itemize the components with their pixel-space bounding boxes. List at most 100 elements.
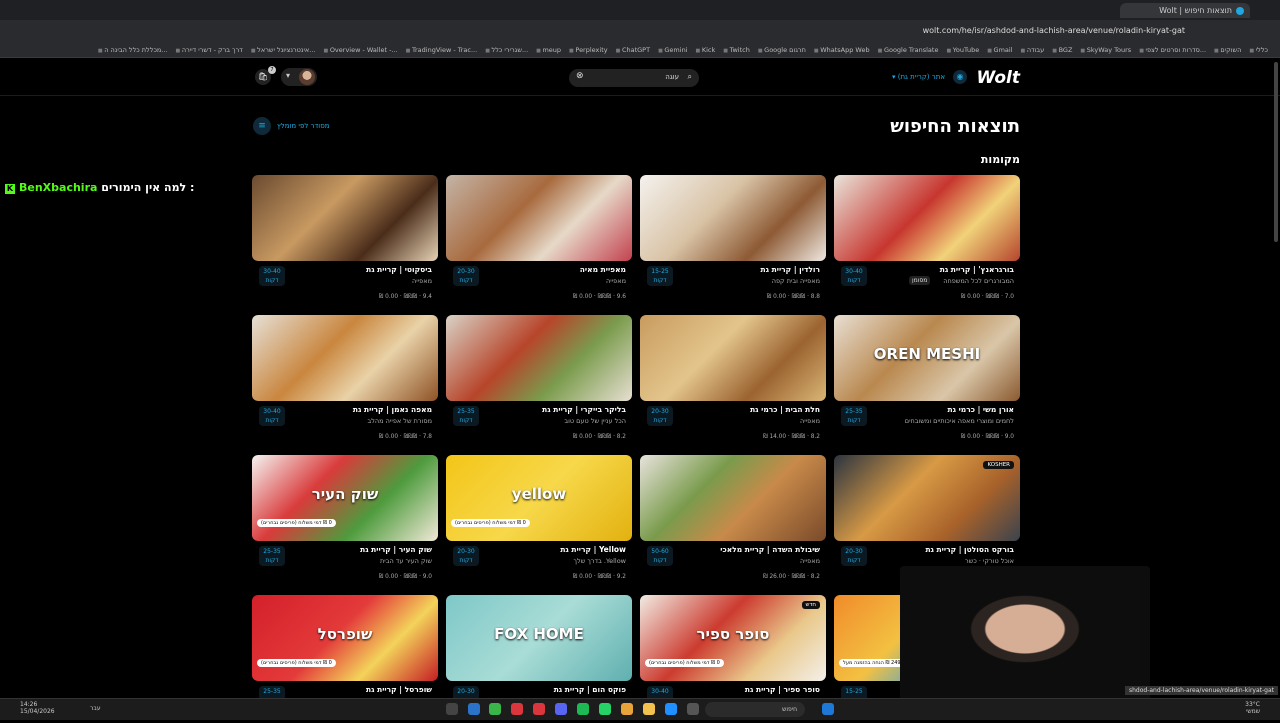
bookmark-item[interactable]: SkyWay Tours [1080, 46, 1131, 54]
venue-name[interactable]: בליקר בייקרי | קריית גת [542, 405, 626, 414]
venue-image[interactable]: OREN MESHI [834, 315, 1020, 401]
venue-image[interactable] [446, 315, 632, 401]
sort-filter-button[interactable]: ≡ מסודר לפי מומלץ [253, 117, 333, 135]
bookmark-item[interactable]: Google Translate [878, 46, 939, 54]
bookmark-item[interactable]: מכללת כלל הבינה ה... [98, 46, 167, 54]
delivery-time-unit: דקות [265, 417, 279, 424]
venue-image[interactable] [834, 175, 1020, 261]
bookmark-item[interactable]: Google תרגום [758, 46, 806, 54]
bookmark-item[interactable]: עבודה [1021, 46, 1044, 54]
url-text[interactable]: wolt.com/he/isr/ashdod-and-lachish-area/… [923, 26, 1185, 35]
taskbar-app-icon[interactable] [511, 703, 523, 715]
chrome-icon[interactable] [621, 703, 633, 715]
venue-name[interactable]: סופר ספיר | קריית גת [745, 685, 820, 694]
bookmark-item[interactable]: ChatGPT [616, 46, 650, 54]
bookmark-item[interactable]: אינטרנציונל ישראל... [251, 46, 315, 54]
folder-icon[interactable] [643, 703, 655, 715]
venue-image[interactable] [446, 175, 632, 261]
bookmark-item[interactable]: שגרירי כלל... [485, 46, 529, 54]
venue-description: מאפייה [606, 277, 626, 285]
bookmark-item[interactable]: YouTube [946, 46, 979, 54]
taskbar-clock[interactable]: 14:26 15/04/2026 [20, 701, 55, 715]
venue-name[interactable]: שופרסל | קריית גת [366, 685, 432, 694]
address-bar[interactable]: wolt.com/he/isr/ashdod-and-lachish-area/… [0, 20, 1280, 42]
taskbar-app-icon[interactable] [555, 703, 567, 715]
bookmark-item[interactable]: Twitch [723, 46, 750, 54]
taskbar-app-icon[interactable] [446, 703, 458, 715]
venue-image[interactable]: שוק העיר 0 ₪ דמי משלוח (פריסים נבחרים) [252, 455, 438, 541]
delivery-promo: 0 ₪ דמי משלוח (פריסים נבחרים) [257, 519, 336, 527]
venue-card[interactable]: yellow 0 ₪ דמי משלוח (פריסים נבחרים) 20-30… [446, 455, 632, 583]
venue-name[interactable]: שיבולת השדה | קריית מלאכי [720, 545, 820, 554]
venue-name[interactable]: רולדין | קריית גת [761, 265, 820, 274]
venue-name[interactable]: בורקס הסולטן | קריית גת [925, 545, 1014, 554]
bookmark-item[interactable]: WhatsApp Web [814, 46, 869, 54]
bookmark-item[interactable]: Kick [696, 46, 715, 54]
search-input[interactable]: ⌕ עוגה ⊗ [569, 69, 699, 87]
bookmark-item[interactable]: TradingView - Trac... [406, 46, 477, 54]
venue-name[interactable]: מאפיית מאיה [580, 265, 626, 274]
venue-name[interactable]: חלת הבית | כרמי גת [750, 405, 820, 414]
venue-name[interactable]: ביסקוטי | קריית גת [366, 265, 432, 274]
bookmark-item[interactable]: דרך ברק - דשרי דיירה [176, 46, 243, 54]
venue-card[interactable]: OREN MESHI 25-35 דקות אורן משי | כרמי גת לחמ… [834, 315, 1020, 443]
bookmark-item[interactable]: BGZ [1052, 46, 1073, 54]
venue-name[interactable]: Yellow | קריית גת [560, 545, 626, 554]
spotify-icon[interactable] [577, 703, 589, 715]
venue-card[interactable]: 30-40 דקות בורגראנץ' | קריית גת המבורגרים ל… [834, 175, 1020, 303]
venue-card[interactable]: 50-60 דקות שיבולת השדה | קריית מלאכי מאפייה… [640, 455, 826, 583]
bookmark-item[interactable]: meup [536, 46, 561, 54]
bookmark-item[interactable]: השוקים [1214, 46, 1241, 54]
venue-image[interactable]: FOX HOME [446, 595, 632, 681]
venue-description: מאפייה ובית קפה [771, 277, 820, 285]
venue-image[interactable]: KOSHER [834, 455, 1020, 541]
taskbar-search[interactable]: חיפוש [705, 702, 805, 717]
venue-card[interactable]: KOSHER 20-30 דקות בורקס הסולטן | קריית גת או… [834, 455, 1020, 583]
venue-card[interactable]: שוק העיר 0 ₪ דמי משלוח (פריסים נבחרים) 25-… [252, 455, 438, 583]
venue-name[interactable]: אורן משי | כרמי גת [947, 405, 1014, 414]
venue-image[interactable] [640, 175, 826, 261]
venue-card[interactable]: 20-30 דקות מאפיית מאיה מאפייה 9.6 · ₪₪₪ · 0.… [446, 175, 632, 303]
bookmark-item[interactable]: Perplexity [569, 46, 607, 54]
venue-card[interactable]: 20-30 דקות חלת הבית | כרמי גת מאפייה 8.2 · ₪… [640, 315, 826, 443]
venue-name[interactable]: שוק העיר | קריית גת [360, 545, 432, 554]
venue-card[interactable]: 30-40 דקות מאפה נאמן | קריית גת מסורת של אפ… [252, 315, 438, 443]
venue-image[interactable]: סופר ספיר חדש 0 ₪ דמי משלוח (פריסים נבחרים… [640, 595, 826, 681]
clear-search-icon[interactable]: ⊗ [576, 71, 584, 81]
venue-name[interactable]: בורגראנץ' | קריית גת [940, 265, 1014, 274]
bookmark-item[interactable]: Gemini [658, 46, 687, 54]
taskbar-app-icon[interactable] [533, 703, 545, 715]
location-pin-icon[interactable]: ◉ [953, 70, 967, 84]
language-indicator[interactable]: עבר [90, 705, 101, 712]
taskbar-app-icon[interactable] [468, 703, 480, 715]
taskbar-app-icon[interactable] [687, 703, 699, 715]
browser-tab[interactable]: Wolt | תוצאות חיפוש [1120, 3, 1250, 18]
windows-start-icon[interactable] [822, 703, 834, 715]
delivery-time-range: 25-35 [457, 408, 475, 415]
whatsapp-icon[interactable] [599, 703, 611, 715]
venue-card[interactable]: 30-40 דקות ביסקוטי | קריית גת מאפייה 9.4 · ₪… [252, 175, 438, 303]
avatar[interactable] [299, 69, 315, 85]
taskbar-app-icon[interactable] [489, 703, 501, 715]
venue-name[interactable]: פוקס הום | קריית גת [554, 685, 626, 694]
venue-image[interactable] [252, 315, 438, 401]
location-selector[interactable]: אתר (קריית גת) ▾ [892, 73, 945, 81]
bookmark-item[interactable]: Gmail [987, 46, 1013, 54]
profile-menu[interactable]: ▾ [281, 68, 317, 86]
venue-image[interactable] [252, 175, 438, 261]
delivery-time-range: 25-35 [263, 688, 281, 695]
bookmark-item[interactable]: סדרות וסרטים לצפי... [1139, 46, 1207, 54]
venue-name[interactable]: מאפה נאמן | קריית גת [353, 405, 432, 414]
venue-image[interactable] [640, 315, 826, 401]
wolt-logo[interactable]: Wolt [977, 68, 1020, 88]
venue-image[interactable]: שופרסל 0 ₪ דמי משלוח (פריסים נבחרים) [252, 595, 438, 681]
venue-image[interactable] [640, 455, 826, 541]
scrollbar[interactable] [1274, 62, 1278, 242]
weather-widget[interactable]: 33°C שמשי [1245, 701, 1260, 715]
venue-image[interactable]: yellow 0 ₪ דמי משלוח (פריסים נבחרים) [446, 455, 632, 541]
venue-card[interactable]: 25-35 דקות בליקר בייקרי | קריית גת הכל עניי… [446, 315, 632, 443]
venue-card[interactable]: 15-25 דקות רולדין | קריית גת מאפייה ובית קפ… [640, 175, 826, 303]
bookmark-item[interactable]: Overview - Wallet -... [323, 46, 398, 54]
taskbar-app-icon[interactable] [665, 703, 677, 715]
bookmark-item[interactable]: כללי [1249, 46, 1268, 54]
